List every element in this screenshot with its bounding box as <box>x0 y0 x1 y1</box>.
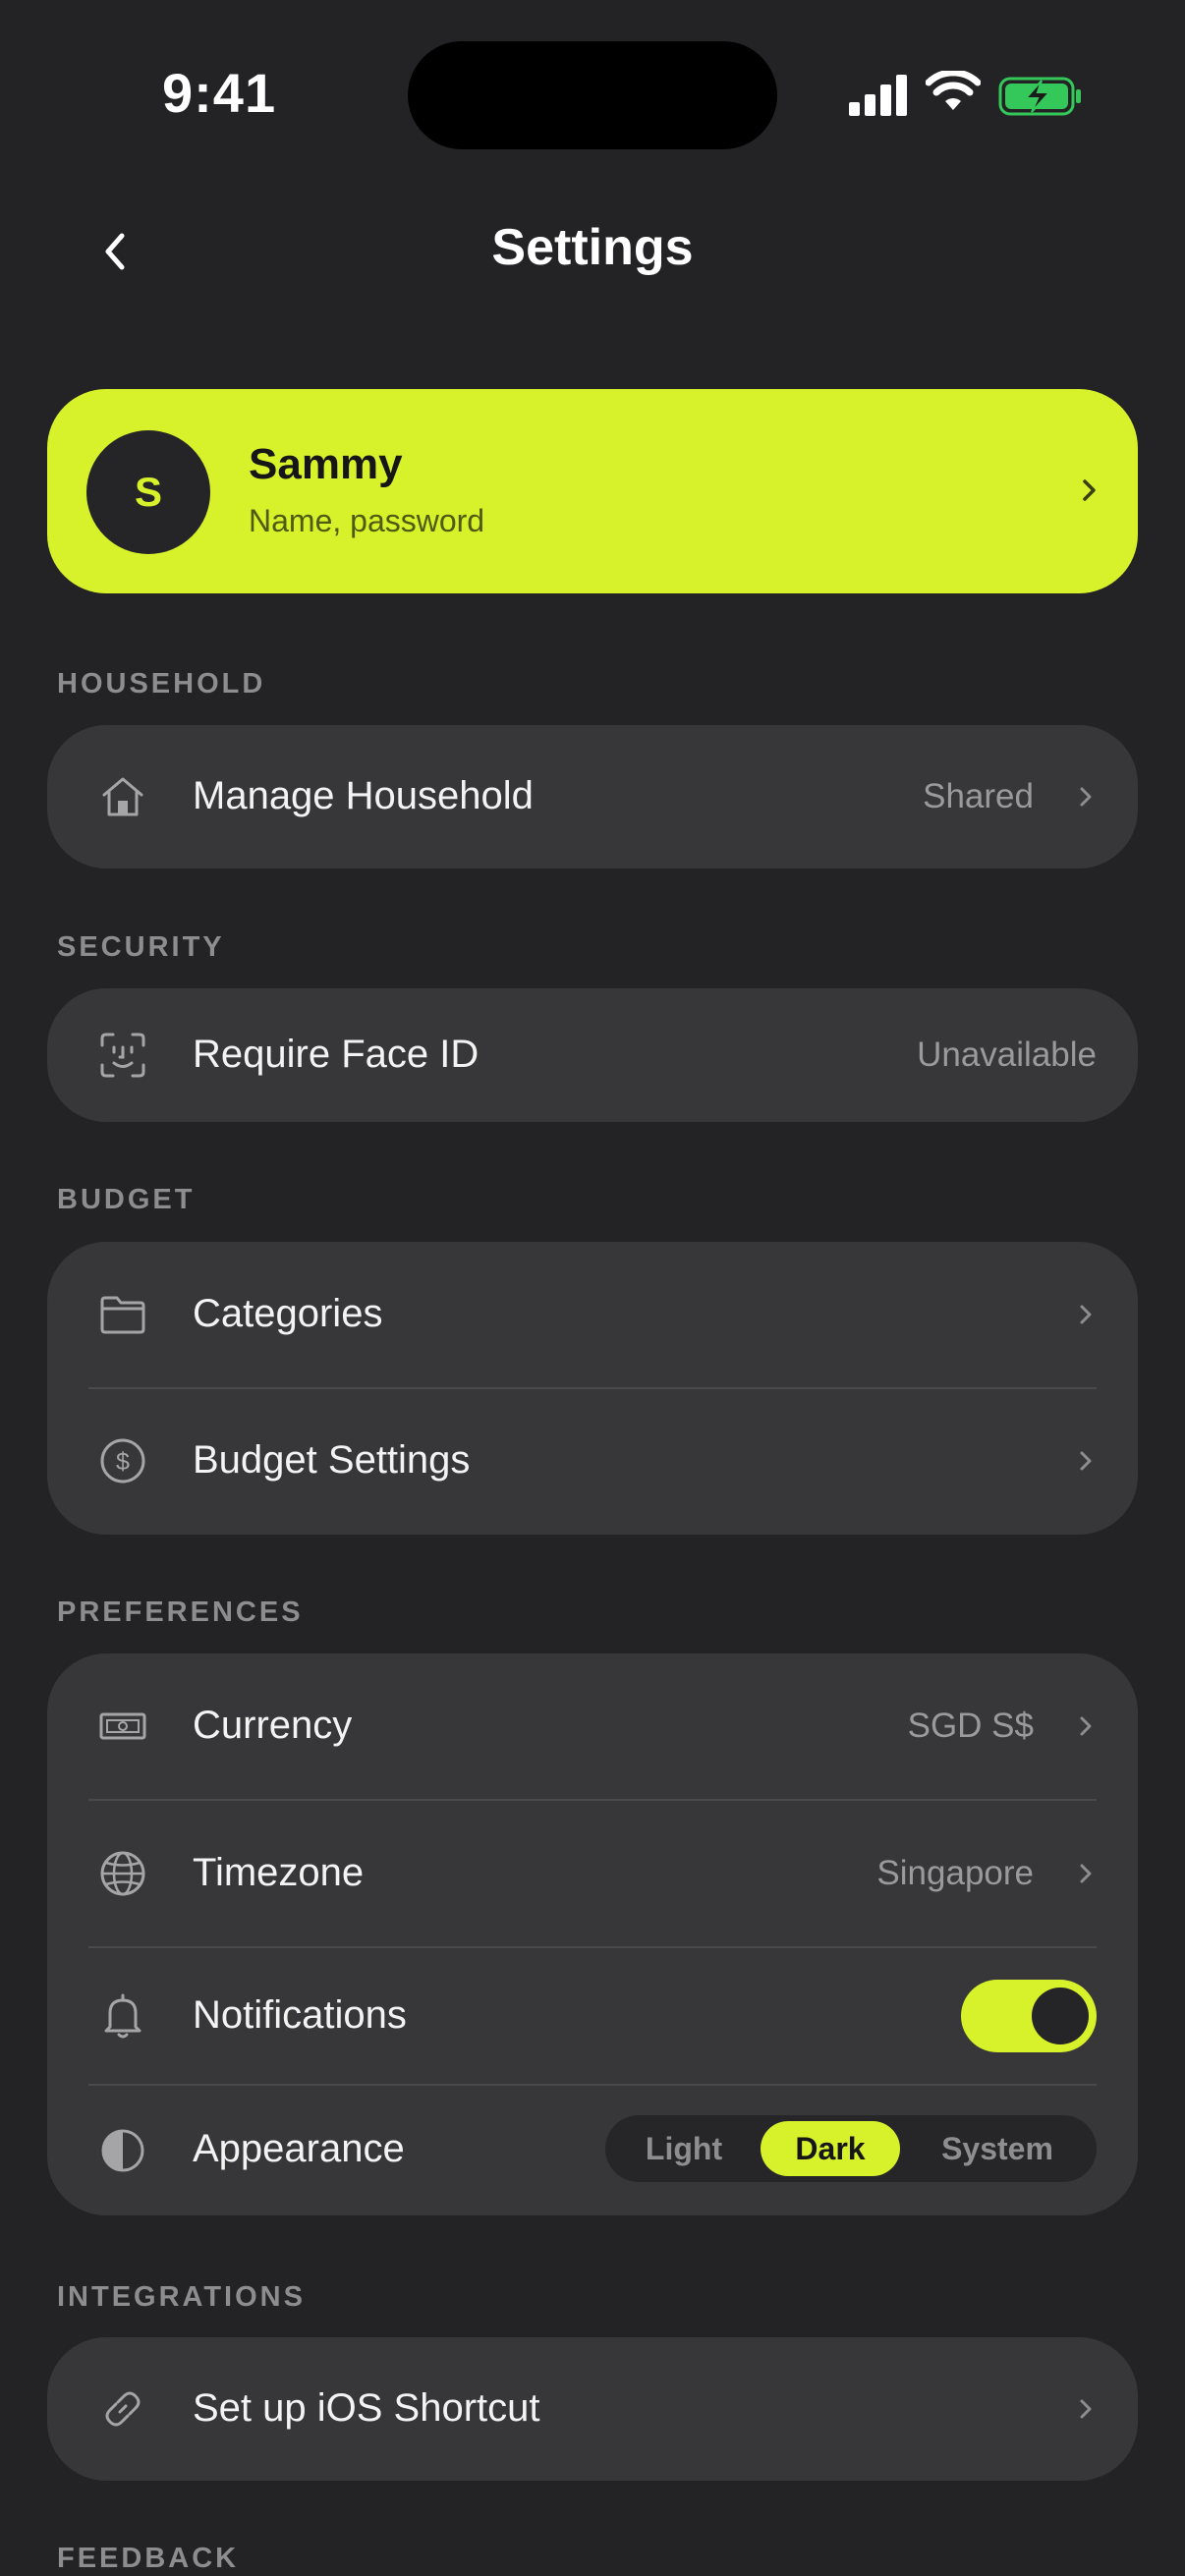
banknote-icon <box>99 1712 146 1740</box>
status-time: 9:41 <box>162 62 277 124</box>
row-value: SGD S$ <box>907 1707 1034 1745</box>
row-value: Unavailable <box>917 1036 1097 1074</box>
half-circle-icon <box>101 2129 144 2172</box>
chevron-right-icon <box>1080 787 1092 807</box>
chevron-right-icon <box>1080 1305 1092 1324</box>
toggle-knob <box>1032 1988 1089 2044</box>
row-label: Require Face ID <box>193 1033 480 1076</box>
budget-card: Categories $ Budget Settings <box>47 1242 1138 1535</box>
svg-text:$: $ <box>116 1448 130 1476</box>
row-label: Budget Settings <box>193 1438 471 1482</box>
notifications-row: Notifications <box>47 1948 1138 2084</box>
dollar-circle-icon: $ <box>100 1438 145 1484</box>
categories-row[interactable]: Categories <box>47 1242 1138 1387</box>
appearance-row: Appearance Light Dark System <box>47 2086 1138 2215</box>
face-id-row[interactable]: Require Face ID Unavailable <box>47 988 1138 1122</box>
appearance-segmented-control: Light Dark System <box>605 2115 1097 2182</box>
chevron-right-icon <box>1083 479 1096 501</box>
face-id-icon <box>100 1033 145 1078</box>
row-value: Shared <box>923 777 1034 815</box>
dynamic-island <box>408 41 777 149</box>
row-label: Timezone <box>193 1851 365 1894</box>
timezone-row[interactable]: Timezone Singapore <box>47 1801 1138 1946</box>
section-label-feedback: FEEDBACK <box>57 2543 240 2574</box>
preferences-card: Currency SGD S$ Timezone Singapore Notif… <box>47 1653 1138 2215</box>
profile-subtitle: Name, password <box>249 503 485 538</box>
bell-icon <box>104 1993 141 2039</box>
household-card: Manage Household Shared <box>47 725 1138 868</box>
cellular-signal-icon <box>849 75 907 116</box>
appearance-option-system[interactable]: System <box>906 2121 1089 2176</box>
row-label: Categories <box>193 1292 383 1335</box>
security-card: Require Face ID Unavailable <box>47 988 1138 1122</box>
row-label: Set up iOS Shortcut <box>193 2386 540 2430</box>
page-title: Settings <box>491 219 694 276</box>
row-value: Singapore <box>876 1854 1034 1892</box>
folder-icon <box>100 1296 145 1334</box>
integrations-card: Set up iOS Shortcut <box>47 2337 1138 2481</box>
profile-card[interactable]: S Sammy Name, password <box>47 389 1138 593</box>
house-icon <box>102 777 143 816</box>
section-label-household: HOUSEHOLD <box>57 668 266 700</box>
budget-settings-row[interactable]: $ Budget Settings <box>47 1389 1138 1535</box>
chevron-right-icon <box>1080 1864 1092 1883</box>
avatar: S <box>86 430 210 554</box>
wifi-icon <box>926 71 981 110</box>
currency-row[interactable]: Currency SGD S$ <box>47 1653 1138 1799</box>
appearance-option-light[interactable]: Light <box>613 2121 755 2176</box>
appearance-option-dark[interactable]: Dark <box>761 2121 900 2176</box>
section-label-security: SECURITY <box>57 931 225 963</box>
section-label-preferences: PREFERENCES <box>57 1596 304 1628</box>
row-label: Currency <box>193 1704 353 1747</box>
section-label-budget: BUDGET <box>57 1184 196 1215</box>
ios-shortcut-row[interactable]: Set up iOS Shortcut <box>47 2337 1138 2481</box>
chevron-right-icon <box>1080 1716 1092 1736</box>
chevron-right-icon <box>1080 2399 1092 2419</box>
link-icon <box>105 2391 141 2427</box>
chevron-right-icon <box>1080 1451 1092 1471</box>
row-label: Notifications <box>193 1993 407 2037</box>
manage-household-row[interactable]: Manage Household Shared <box>47 725 1138 868</box>
section-label-integrations: INTEGRATIONS <box>57 2281 306 2313</box>
row-label: Appearance <box>193 2127 405 2170</box>
battery-charging-icon <box>998 77 1081 116</box>
notifications-toggle[interactable] <box>961 1980 1097 2052</box>
profile-name: Sammy <box>249 440 403 488</box>
globe-icon <box>100 1851 145 1896</box>
row-label: Manage Household <box>193 774 534 817</box>
